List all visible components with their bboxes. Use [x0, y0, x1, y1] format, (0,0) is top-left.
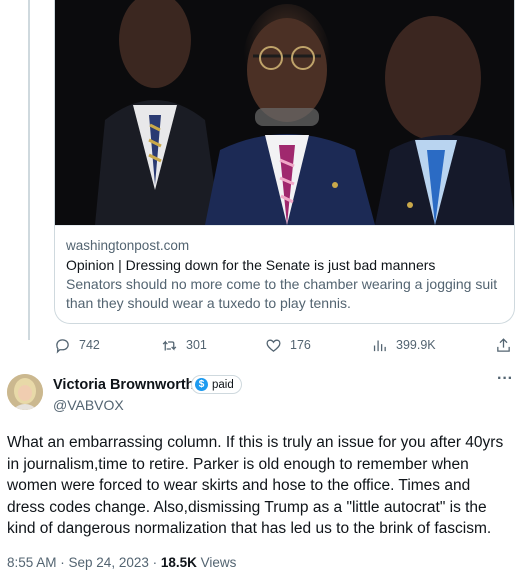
post-line-5: kind of dangerous normalization that has… — [7, 520, 492, 537]
card-description-line-2: than they should wear a tuxedo to play t… — [66, 295, 351, 311]
post-line-3: women were forced to wear skirts and hos… — [7, 477, 471, 494]
views-button[interactable]: 399.9K — [371, 334, 436, 356]
post-meta: 8:55 AM · Sep 24, 2023 · 18.5K Views — [7, 555, 236, 570]
action-bar: 742 301 176 399.9K — [54, 334, 515, 356]
author-display-name[interactable]: Victoria Brownworth — [53, 377, 195, 393]
avatar[interactable] — [7, 374, 43, 410]
views-count: 399.9K — [396, 338, 436, 352]
dollar-icon: $ — [195, 378, 208, 391]
repost-arrows-icon — [162, 339, 177, 351]
heart-icon — [266, 339, 281, 352]
like-button[interactable]: 176 — [265, 334, 311, 356]
post-line-1: What an embarrassing column. If this is … — [7, 434, 504, 451]
author-handle[interactable]: @VABVOX — [53, 397, 124, 413]
paid-badge[interactable]: $ paid — [191, 375, 242, 394]
reply-button[interactable]: 742 — [54, 334, 100, 356]
post-timestamp[interactable]: 8:55 AM · Sep 24, 2023 · — [7, 555, 161, 570]
post-views-count: 18.5K — [160, 555, 197, 570]
share-button[interactable] — [495, 334, 512, 356]
card-meta: washingtonpost.com Opinion | Dressing do… — [55, 225, 514, 313]
link-preview-card[interactable]: washingtonpost.com Opinion | Dressing do… — [54, 0, 515, 324]
repost-count: 301 — [186, 338, 207, 352]
card-image — [55, 0, 514, 225]
card-title[interactable]: Opinion | Dressing down for the Senate i… — [66, 256, 504, 275]
card-description-line-1: Senators should no more come to the cham… — [66, 276, 498, 292]
paid-badge-label: paid — [212, 378, 234, 391]
post-views-label: Views — [196, 555, 237, 570]
avatar-photo — [7, 374, 43, 410]
bar-chart-icon — [373, 340, 386, 351]
post-line-4: dress codes change. Also,dismissing Trum… — [7, 498, 487, 516]
reply-count: 742 — [79, 338, 100, 352]
share-upload-icon — [497, 337, 510, 352]
like-count: 176 — [290, 338, 311, 352]
repost-button[interactable]: 301 — [161, 334, 207, 356]
senators-photo — [55, 0, 514, 225]
speech-bubble-icon — [56, 338, 69, 354]
card-domain: washingtonpost.com — [66, 238, 190, 253]
post-line-2: in journalism,time to retire. Parker is … — [7, 455, 469, 473]
post-text: What an embarrassing column. If this is … — [7, 432, 517, 540]
thread-connector-line — [28, 0, 30, 340]
more-dots-icon[interactable]: ··· — [497, 371, 517, 388]
